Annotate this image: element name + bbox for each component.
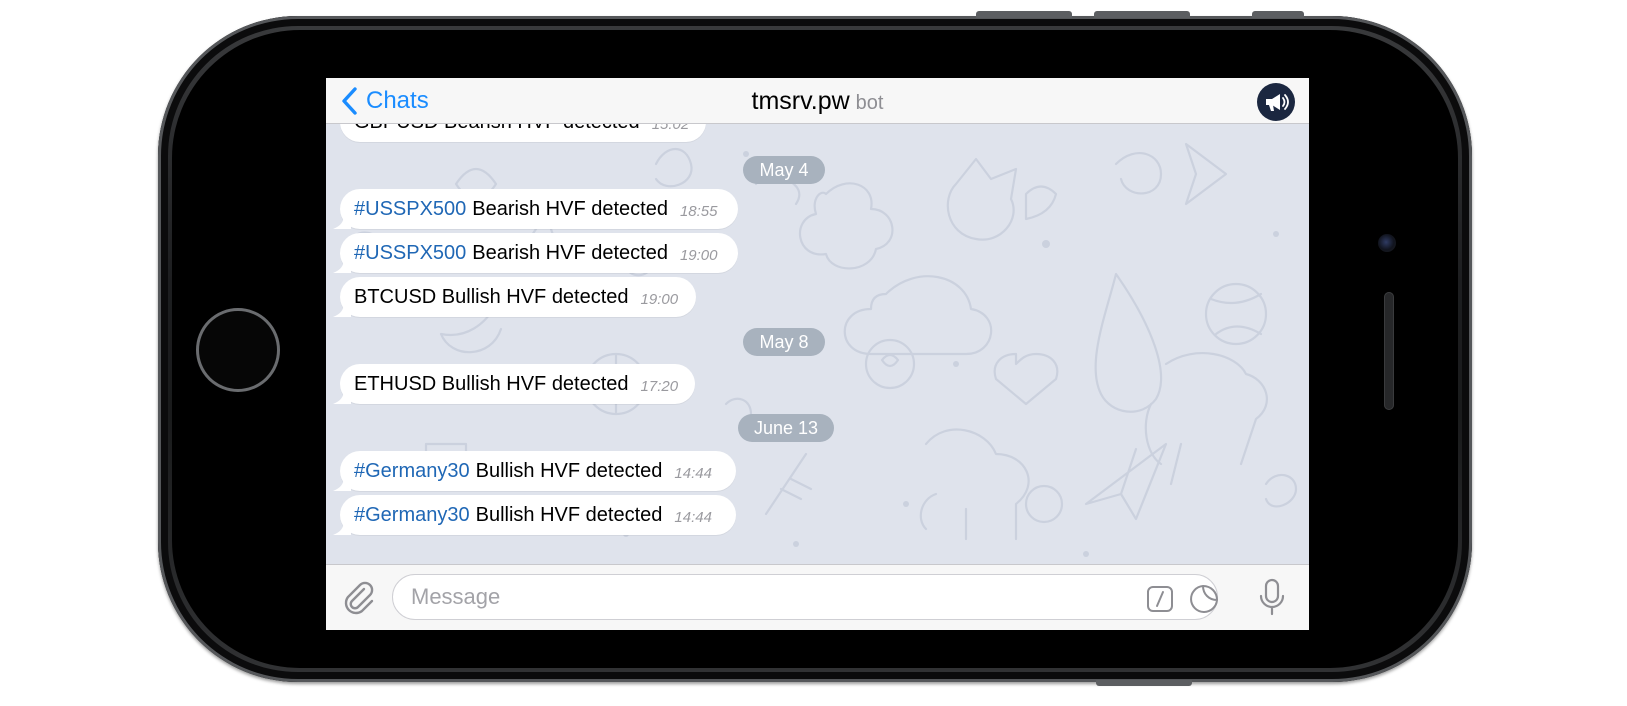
volume-up-button bbox=[976, 11, 1072, 18]
date-separator: June 13 bbox=[738, 414, 834, 442]
bubble-tail bbox=[333, 477, 351, 491]
bubble-tail bbox=[333, 215, 351, 229]
date-separator: May 4 bbox=[743, 156, 825, 184]
bubble-tail bbox=[333, 521, 351, 535]
message-text: ETHUSD Bullish HVF detected bbox=[354, 372, 629, 395]
message-hashtag[interactable]: #USSPX500 bbox=[354, 242, 466, 265]
chat-subtitle: bot bbox=[855, 92, 884, 114]
message-time: 14:44 bbox=[674, 464, 712, 482]
bubble-tail bbox=[333, 390, 351, 404]
message-bubble[interactable]: #USSPX500 Bearish HVF detected 18:55 bbox=[333, 189, 738, 229]
chat-name: tmsrv.pw bbox=[751, 87, 850, 115]
message-time: 19:00 bbox=[640, 290, 679, 308]
message-input-bar bbox=[326, 564, 1309, 630]
message-bubble[interactable]: #Germany30 Bullish HVF detected 14:44 bbox=[333, 495, 736, 535]
bubble-tail bbox=[333, 259, 351, 273]
message-time: 19:00 bbox=[679, 246, 718, 264]
message-time: 14:44 bbox=[674, 508, 712, 526]
chat-avatar[interactable] bbox=[1257, 83, 1295, 121]
message-time: 18:55 bbox=[679, 202, 718, 220]
earpiece-speaker bbox=[1384, 292, 1394, 410]
message-bubble[interactable]: #USSPX500 Bearish HVF detected 19:00 bbox=[333, 233, 738, 273]
message-text: BTCUSD Bullish HVF detected bbox=[354, 285, 629, 308]
volume-down-button bbox=[1094, 11, 1190, 18]
sticker-icon[interactable] bbox=[1188, 583, 1220, 615]
message-list[interactable]: GBPUSD Bearish HVF detected 15:02 May 4 … bbox=[326, 102, 1309, 564]
paperclip-icon[interactable] bbox=[340, 579, 376, 615]
power-button bbox=[1096, 680, 1192, 686]
message-input[interactable] bbox=[392, 574, 1218, 620]
date-separator: May 8 bbox=[743, 328, 825, 356]
message-hashtag[interactable]: #Germany30 bbox=[354, 460, 470, 483]
slash-command-icon[interactable] bbox=[1146, 585, 1174, 613]
message-bubble[interactable]: #Germany30 Bullish HVF detected 14:44 bbox=[333, 451, 736, 491]
message-hashtag[interactable]: #Germany30 bbox=[354, 504, 470, 527]
front-camera bbox=[1378, 234, 1396, 252]
message-time: 17:20 bbox=[640, 377, 679, 395]
message-bubble[interactable]: ETHUSD Bullish HVF detected 17:20 bbox=[333, 364, 695, 404]
navigation-bar: Chats tmsrv.pw bot bbox=[326, 78, 1309, 124]
microphone-icon[interactable] bbox=[1256, 577, 1288, 617]
home-button[interactable] bbox=[196, 308, 280, 392]
mute-switch bbox=[1252, 11, 1304, 18]
message-text: Bearish HVF detected bbox=[472, 241, 668, 264]
message-text: Bearish HVF detected bbox=[472, 197, 668, 220]
message-text: Bullish HVF detected bbox=[475, 503, 663, 526]
chat-title[interactable]: tmsrv.pw bot bbox=[326, 87, 1309, 116]
message-hashtag[interactable]: #USSPX500 bbox=[354, 198, 466, 221]
message-text: Bullish HVF detected bbox=[475, 459, 663, 482]
bubble-tail bbox=[333, 303, 351, 317]
megaphone-icon bbox=[1266, 94, 1289, 111]
chat-screen: Chats tmsrv.pwbot GBPUSD Bearish HVF det… bbox=[326, 78, 1309, 630]
message-bubble[interactable]: BTCUSD Bullish HVF detected 19:00 bbox=[333, 277, 696, 317]
